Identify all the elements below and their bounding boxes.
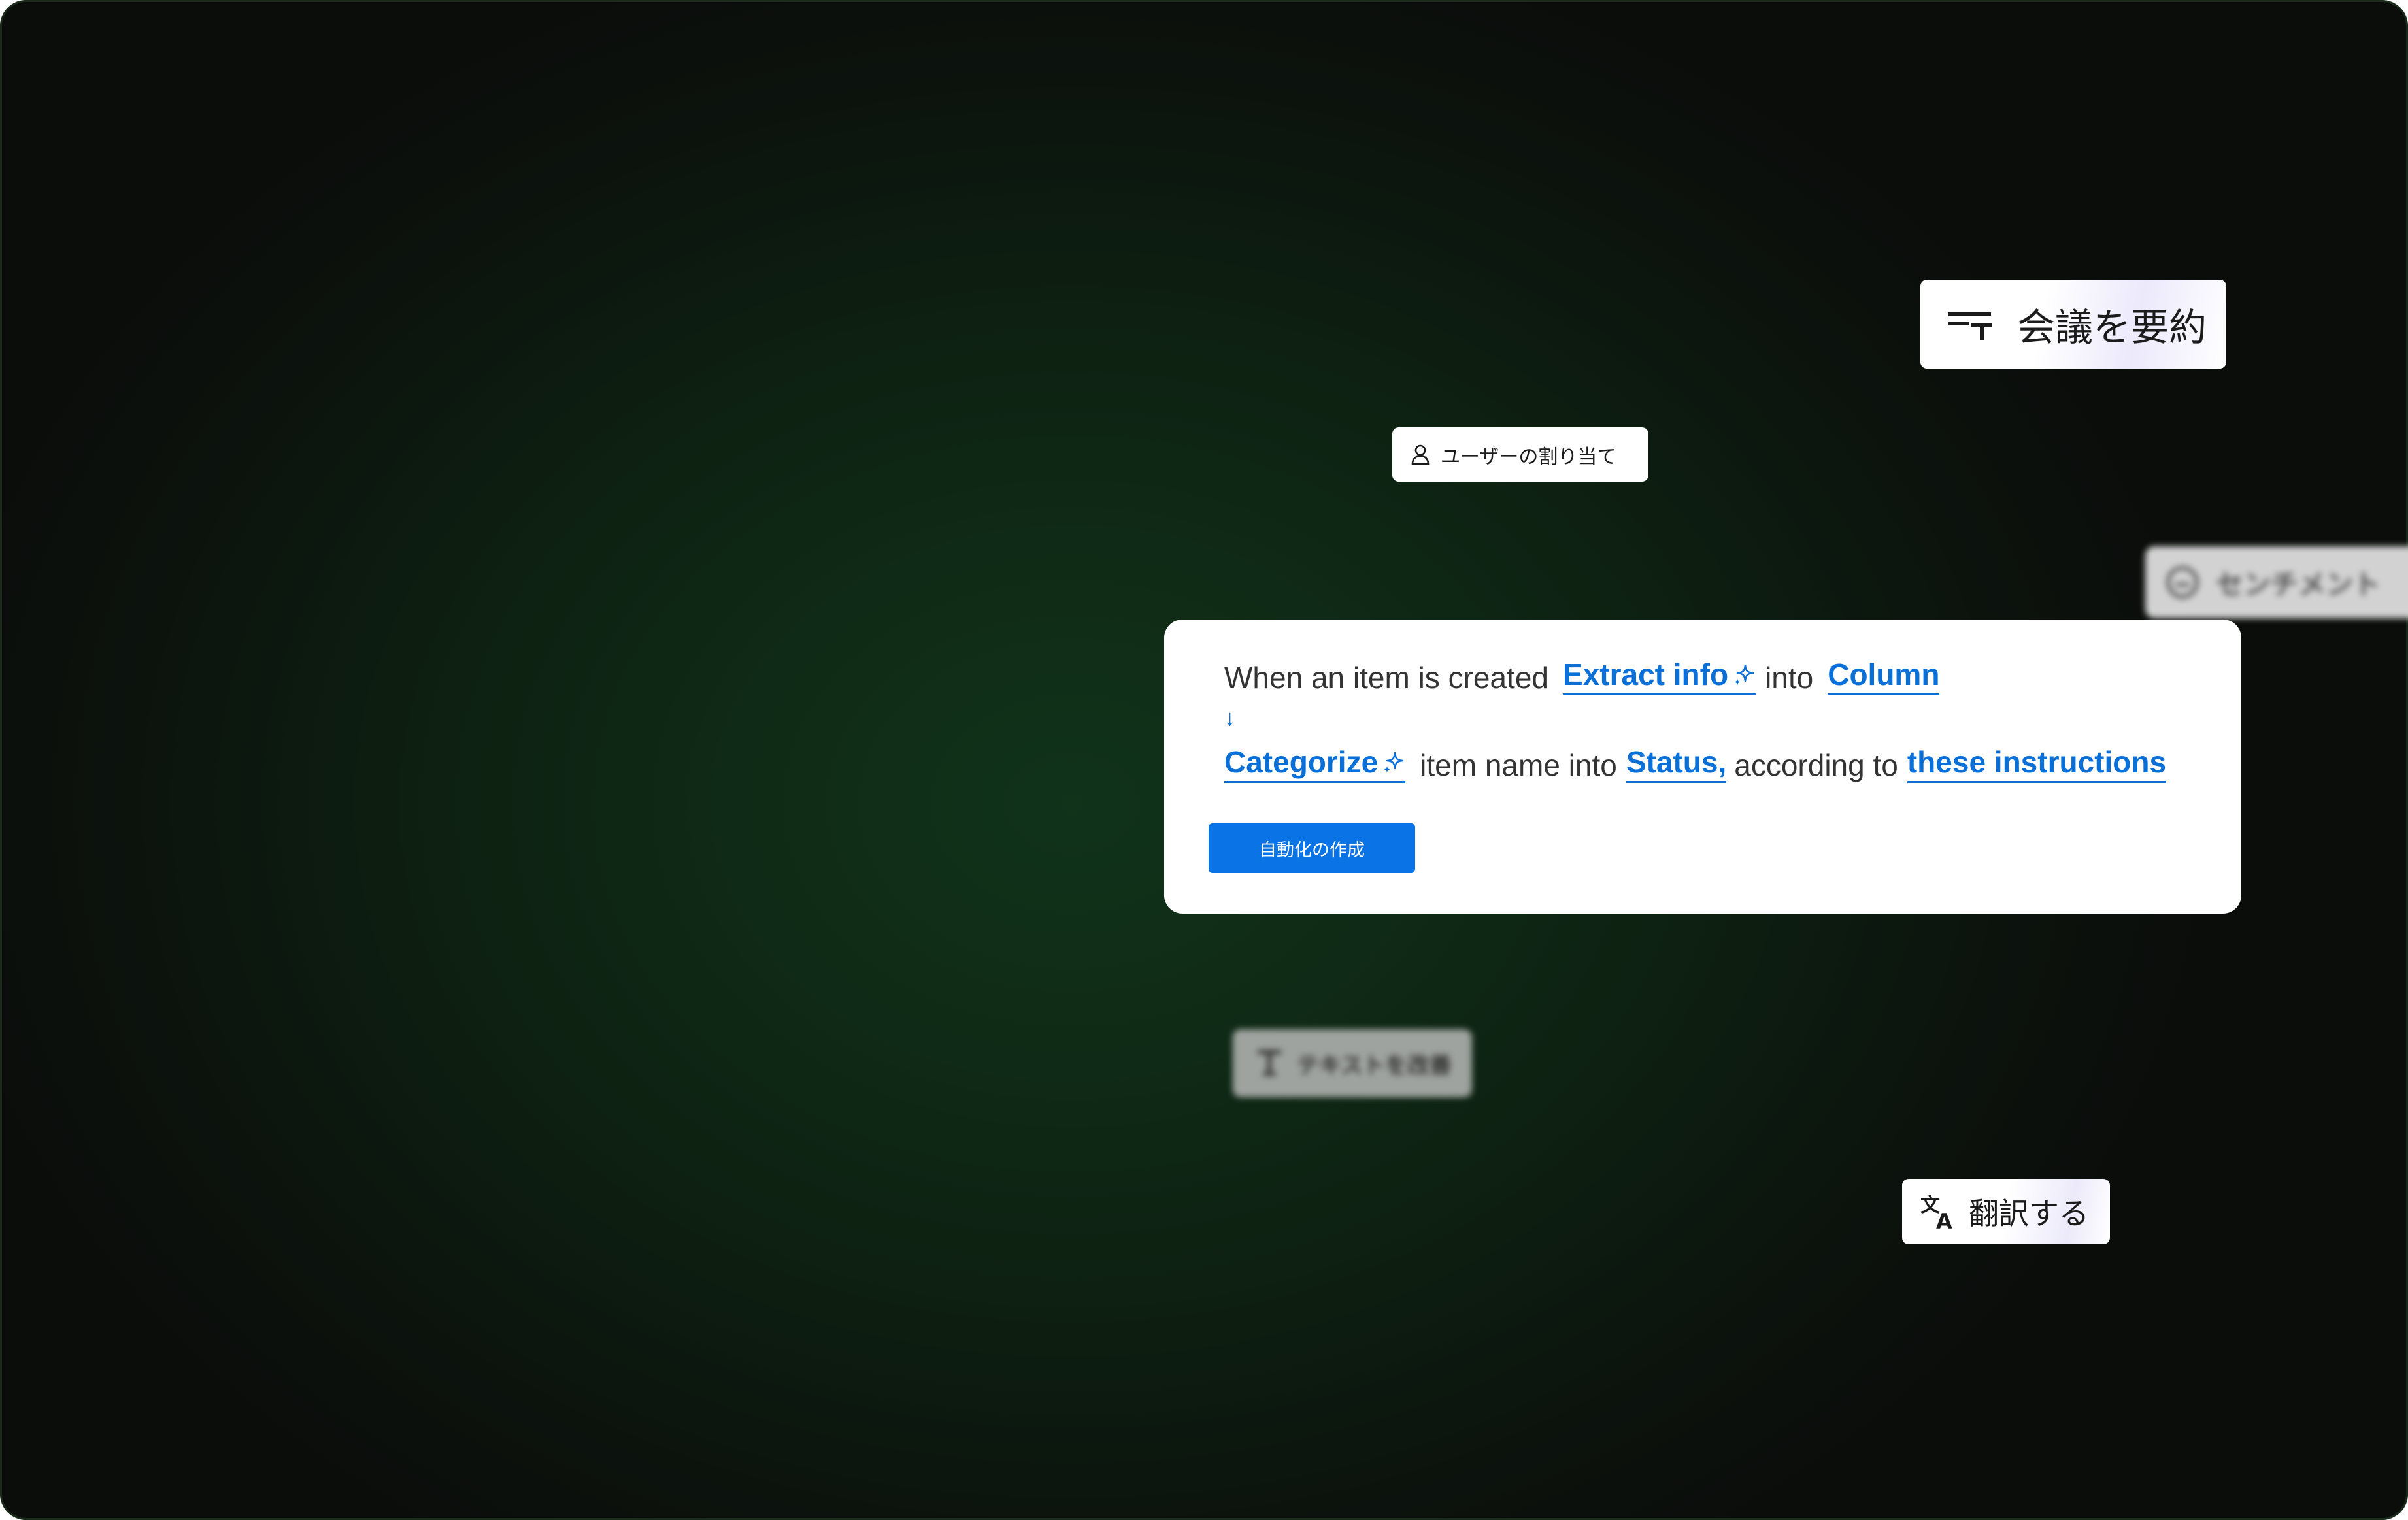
text-t-icon [1256,1049,1282,1078]
instructions-link[interactable]: these instructions [1907,744,2167,783]
improve-text-label: テキストを改善 [1297,1053,1452,1078]
status-token[interactable]: Status, [1626,744,1727,783]
assign-user-chip[interactable]: ユーザーの割り当て [1392,427,1648,482]
smiley-icon [2166,566,2199,599]
item-name-into-text: item name into [1420,748,1617,782]
sentiment-label: センチメント [2216,569,2381,600]
flow-arrow: ↓ [1224,705,1235,731]
create-automation-button[interactable]: 自動化の作成 [1209,823,1415,873]
ai-sparkle-icon [1382,750,1405,774]
summarize-meeting-label: 会議を要約 [2017,306,2207,349]
according-to-text: according to [1734,748,1898,782]
extract-info-label: Extract info [1563,657,1729,691]
app-background: 会議を要約 ユーザーの割り当て センチメント When an item is c… [0,0,2408,1520]
into-text: into [1765,661,1814,695]
translate-label: 翻訳する [1969,1197,2089,1231]
translate-chip[interactable]: 文 A 翻訳する [1902,1179,2110,1244]
categorize-label: Categorize [1224,745,1379,779]
automation-recipe-card: When an item is created Extract info int… [1164,620,2241,914]
assign-user-label: ユーザーの割り当て [1441,446,1617,468]
recipe-line-1: When an item is created Extract info int… [1224,653,2241,695]
recipe-line-2: Categorize item name into Status, accord… [1224,741,2241,783]
improve-text-chip[interactable]: テキストを改善 [1233,1029,1472,1097]
categorize-token[interactable]: Categorize [1224,744,1406,783]
summarize-meeting-chip[interactable]: 会議を要約 [1920,280,2226,369]
sentiment-chip[interactable]: センチメント [2145,546,2408,618]
extract-info-token[interactable]: Extract info [1563,657,1756,695]
person-icon [1411,444,1430,465]
text-summary-icon [1947,306,1995,342]
ai-sparkle-icon [1732,663,1756,686]
translate-icon: 文 A [1919,1193,1957,1230]
trigger-text: When an item is created [1224,661,1549,695]
svg-text:A: A [1936,1209,1952,1230]
column-token[interactable]: Column [1828,657,1940,695]
